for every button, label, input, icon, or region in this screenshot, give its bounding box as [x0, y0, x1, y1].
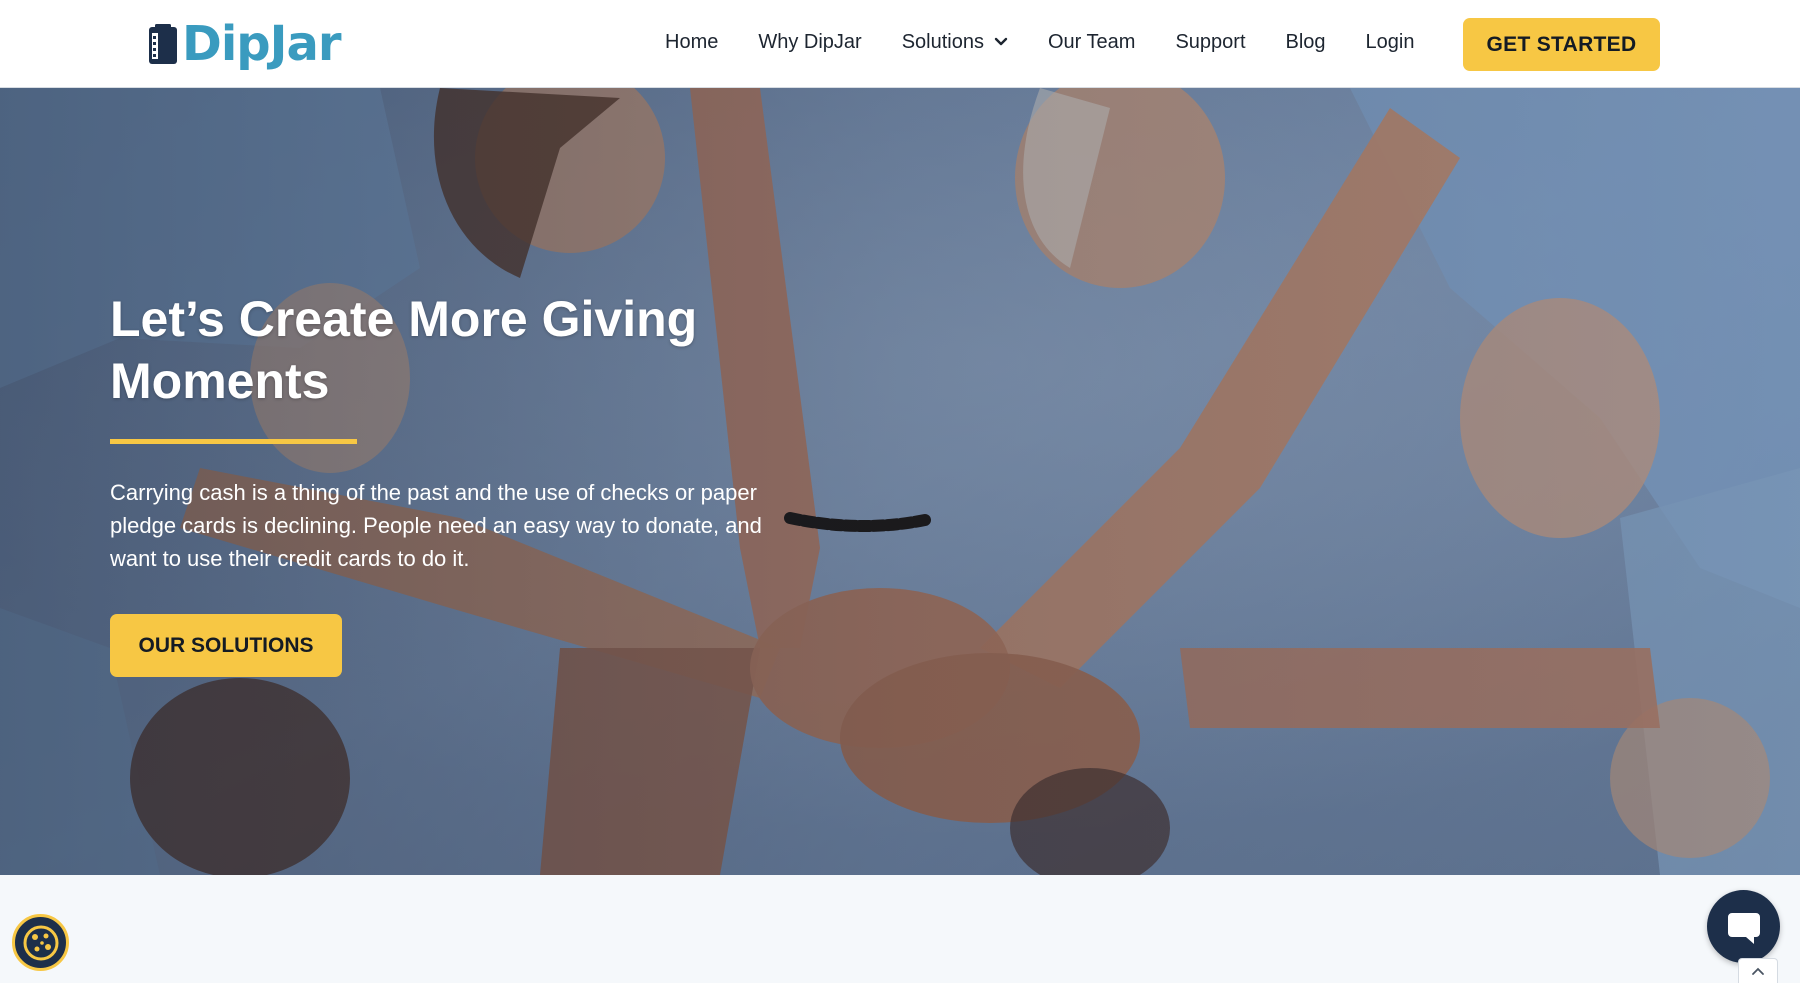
scroll-to-top-button[interactable] [1738, 958, 1778, 983]
hero-section: Let’s Create More Giving Moments Carryin… [0, 88, 1800, 875]
nav-solutions[interactable]: Solutions [902, 31, 1008, 54]
nav-login[interactable]: Login [1366, 31, 1415, 54]
chat-launcher-button[interactable] [1707, 890, 1780, 963]
chat-bubble-icon [1727, 912, 1760, 944]
nav-our-team-label: Our Team [1048, 30, 1136, 53]
cookie-icon [23, 925, 58, 960]
hero-description: Carrying cash is a thing of the past and… [110, 480, 762, 571]
nav-blog[interactable]: Blog [1286, 31, 1326, 54]
nav-support-label: Support [1175, 30, 1246, 53]
logo-wordmark: DipJar [182, 16, 342, 72]
nav-why-dipjar[interactable]: Why DipJar [758, 31, 861, 54]
nav-blog-label: Blog [1285, 30, 1326, 53]
hero-title-underline [110, 439, 357, 444]
chevron-down-icon [994, 37, 1008, 46]
jar-logo-icon [149, 24, 177, 64]
nav-home-label: Home [665, 30, 719, 53]
our-solutions-button[interactable]: OUR SOLUTIONS [110, 614, 342, 677]
site-header: DipJar Home Why DipJar Solutions Our Tea… [0, 0, 1800, 88]
hero-title: Let’s Create More Giving Moments [110, 291, 698, 409]
chevron-up-icon [1752, 967, 1764, 975]
dipjar-logo[interactable]: DipJar [148, 16, 342, 72]
cookie-settings-button[interactable] [12, 914, 69, 971]
nav-home[interactable]: Home [665, 31, 718, 54]
nav-support[interactable]: Support [1175, 31, 1245, 54]
main-nav: Home Why DipJar Solutions Our Team Suppo… [665, 26, 1414, 58]
get-started-button[interactable]: GET STARTED [1463, 18, 1660, 71]
nav-login-label: Login [1365, 30, 1415, 53]
next-section [0, 875, 1800, 983]
nav-why-dipjar-label: Why DipJar [758, 30, 862, 53]
nav-our-team[interactable]: Our Team [1048, 31, 1135, 54]
nav-solutions-label: Solutions [901, 30, 984, 53]
